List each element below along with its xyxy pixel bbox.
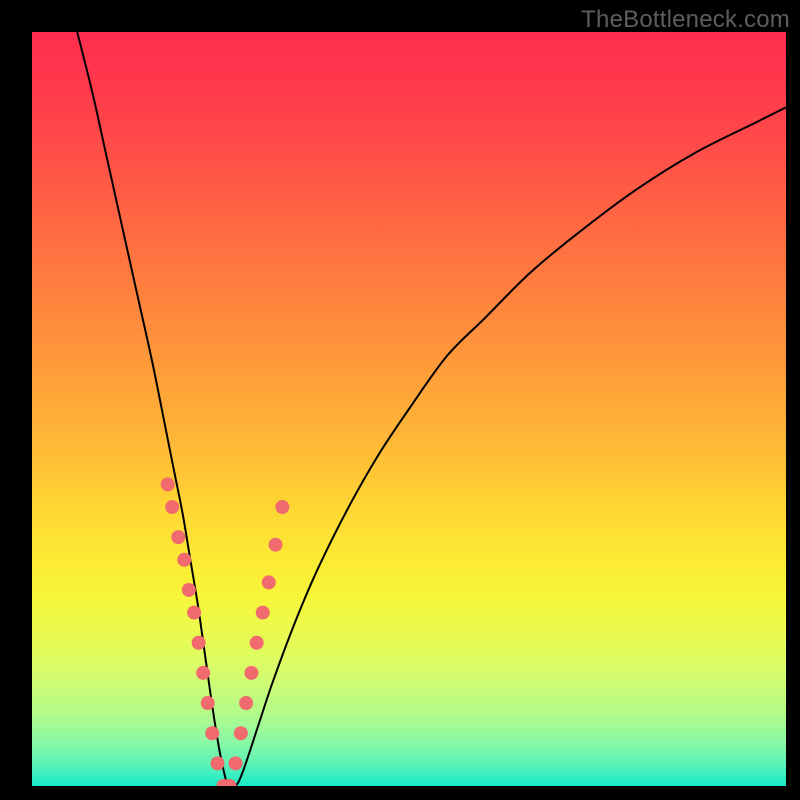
scatter-dot [210,756,224,770]
watermark-text: TheBottleneck.com [581,6,790,34]
v-curve-path [77,32,786,786]
scatter-dots [161,477,290,786]
scatter-dot [161,477,175,491]
scatter-dot [196,666,210,680]
scatter-dot [244,666,258,680]
scatter-dot [187,606,201,620]
scatter-dot [229,756,243,770]
scatter-dot [269,538,283,552]
scatter-dot [256,606,270,620]
scatter-dot [275,500,289,514]
scatter-dot [262,575,276,589]
scatter-dot [234,726,248,740]
scatter-dot [177,553,191,567]
plot-area [32,32,786,786]
scatter-dot [201,696,215,710]
scatter-dot [182,583,196,597]
chart-frame: TheBottleneck.com [0,0,800,800]
scatter-dot [165,500,179,514]
scatter-dot [239,696,253,710]
scatter-dot [205,726,219,740]
scatter-dot [250,636,264,650]
v-curve-line [77,32,786,786]
scatter-dot [192,636,206,650]
curve-layer [32,32,786,786]
scatter-dot [171,530,185,544]
